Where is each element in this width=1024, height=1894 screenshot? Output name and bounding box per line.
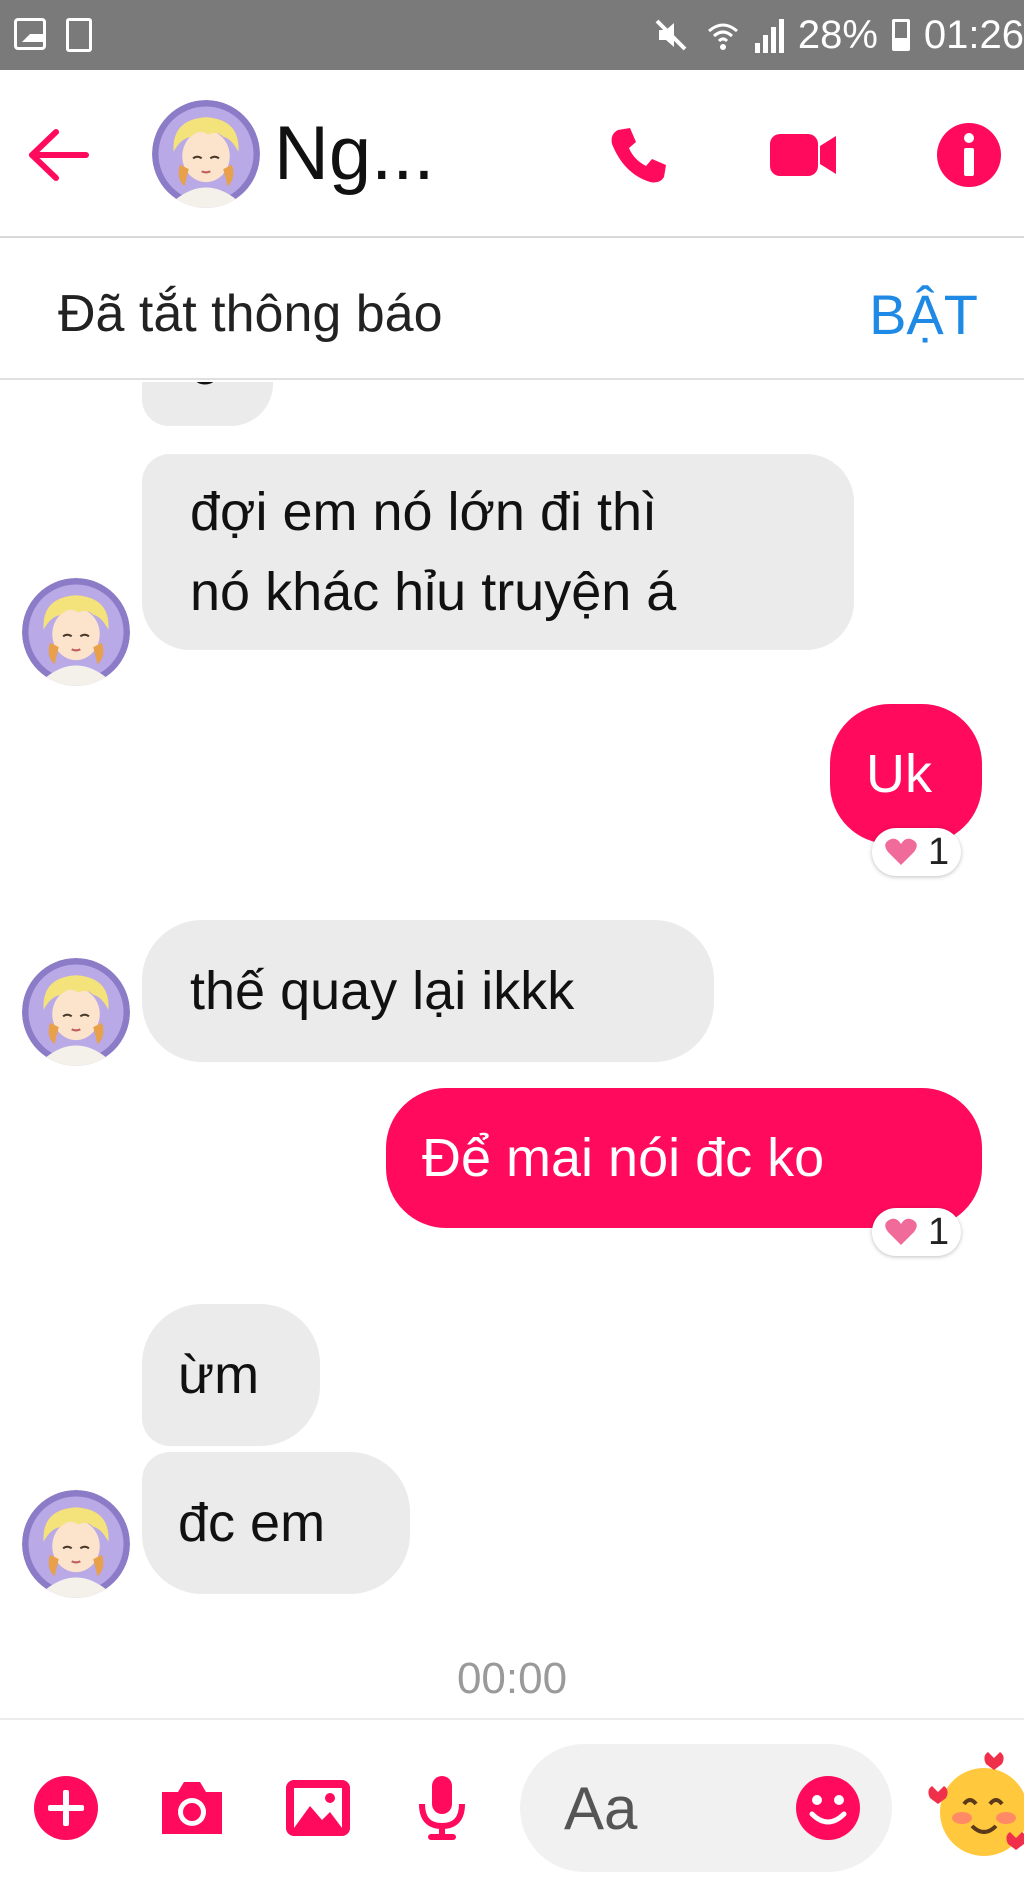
back-arrow-icon[interactable] <box>24 120 94 190</box>
conversation-header: Ng... <box>0 70 1024 238</box>
phone-call-icon[interactable] <box>604 120 674 190</box>
message-bubble-received[interactable]: đc em <box>142 1452 410 1594</box>
message-text: thế quay lại ikkk <box>190 961 575 1021</box>
sender-avatar[interactable] <box>22 958 130 1066</box>
video-call-icon[interactable] <box>768 120 838 190</box>
clock: 01:26 <box>923 12 1024 57</box>
message-text: Uk <box>866 744 932 804</box>
message-bubble-received[interactable]: thế quay lại ikkk <box>142 920 714 1062</box>
wifi-icon <box>707 23 738 50</box>
message-reaction[interactable]: 1 <box>872 1208 962 1256</box>
contact-name[interactable]: Ng... <box>274 110 435 197</box>
message-timestamp: 00:00 <box>456 1654 568 1703</box>
message-reaction[interactable]: 1 <box>872 828 962 876</box>
message-composer <box>0 1718 1024 1894</box>
gallery-icon[interactable] <box>282 1772 354 1844</box>
message-bubble-received[interactable]: ơ <box>142 382 274 426</box>
message-bubble-received[interactable]: đợi em nó lớn đi thì nó khác hỉu truyện … <box>142 454 854 650</box>
reaction-count: 1 <box>928 1210 950 1253</box>
sticker-icon[interactable] <box>924 1752 1024 1860</box>
battery-icon <box>891 19 910 51</box>
message-text: Để mai nói đc ko <box>422 1128 825 1188</box>
message-text: đc em <box>178 1493 326 1553</box>
status-bar: 28% 01:26 <box>0 0 1024 70</box>
notification-banner: Đã tắt thông báo BẬT <box>0 240 1024 380</box>
battery-percent: 28% <box>797 12 878 57</box>
message-list[interactable]: ơ đợi em nó lớn đi thì nó khác hỉu truyệ… <box>0 382 1024 1716</box>
message-input-pill[interactable] <box>520 1744 892 1872</box>
message-text-line: nó khác hỉu truyện á <box>190 562 677 622</box>
message-text-line: đợi em nó lớn đi thì <box>190 482 658 542</box>
contact-avatar[interactable] <box>152 100 260 208</box>
microphone-icon[interactable] <box>406 1772 478 1844</box>
mute-icon <box>655 19 687 51</box>
info-icon[interactable] <box>934 120 1004 190</box>
status-right-icons: 28% 01:26 <box>651 10 1024 60</box>
recycle-notification-icon <box>66 18 92 52</box>
heart-icon <box>885 1218 917 1245</box>
sender-avatar[interactable] <box>22 1490 130 1598</box>
message-bubble-sent[interactable]: Uk <box>830 704 982 844</box>
signal-icon <box>754 17 784 53</box>
message-bubble-sent[interactable]: Để mai nói đc ko <box>386 1088 982 1228</box>
message-bubble-received[interactable]: ừm <box>142 1304 320 1446</box>
message-text: ừm <box>178 1345 260 1405</box>
message-input[interactable] <box>564 1766 784 1850</box>
turn-on-notifications-button[interactable]: BẬT <box>869 282 978 347</box>
heart-icon <box>885 838 917 865</box>
plus-icon[interactable] <box>30 1772 102 1844</box>
sender-avatar[interactable] <box>22 578 130 686</box>
emoji-icon[interactable] <box>792 1772 864 1844</box>
status-left-icons <box>14 18 92 52</box>
camera-icon[interactable] <box>156 1772 228 1844</box>
message-text: ơ <box>190 382 225 396</box>
notifications-muted-text: Đã tắt thông báo <box>58 285 443 343</box>
image-notification-icon <box>14 18 46 50</box>
reaction-count: 1 <box>928 830 950 873</box>
